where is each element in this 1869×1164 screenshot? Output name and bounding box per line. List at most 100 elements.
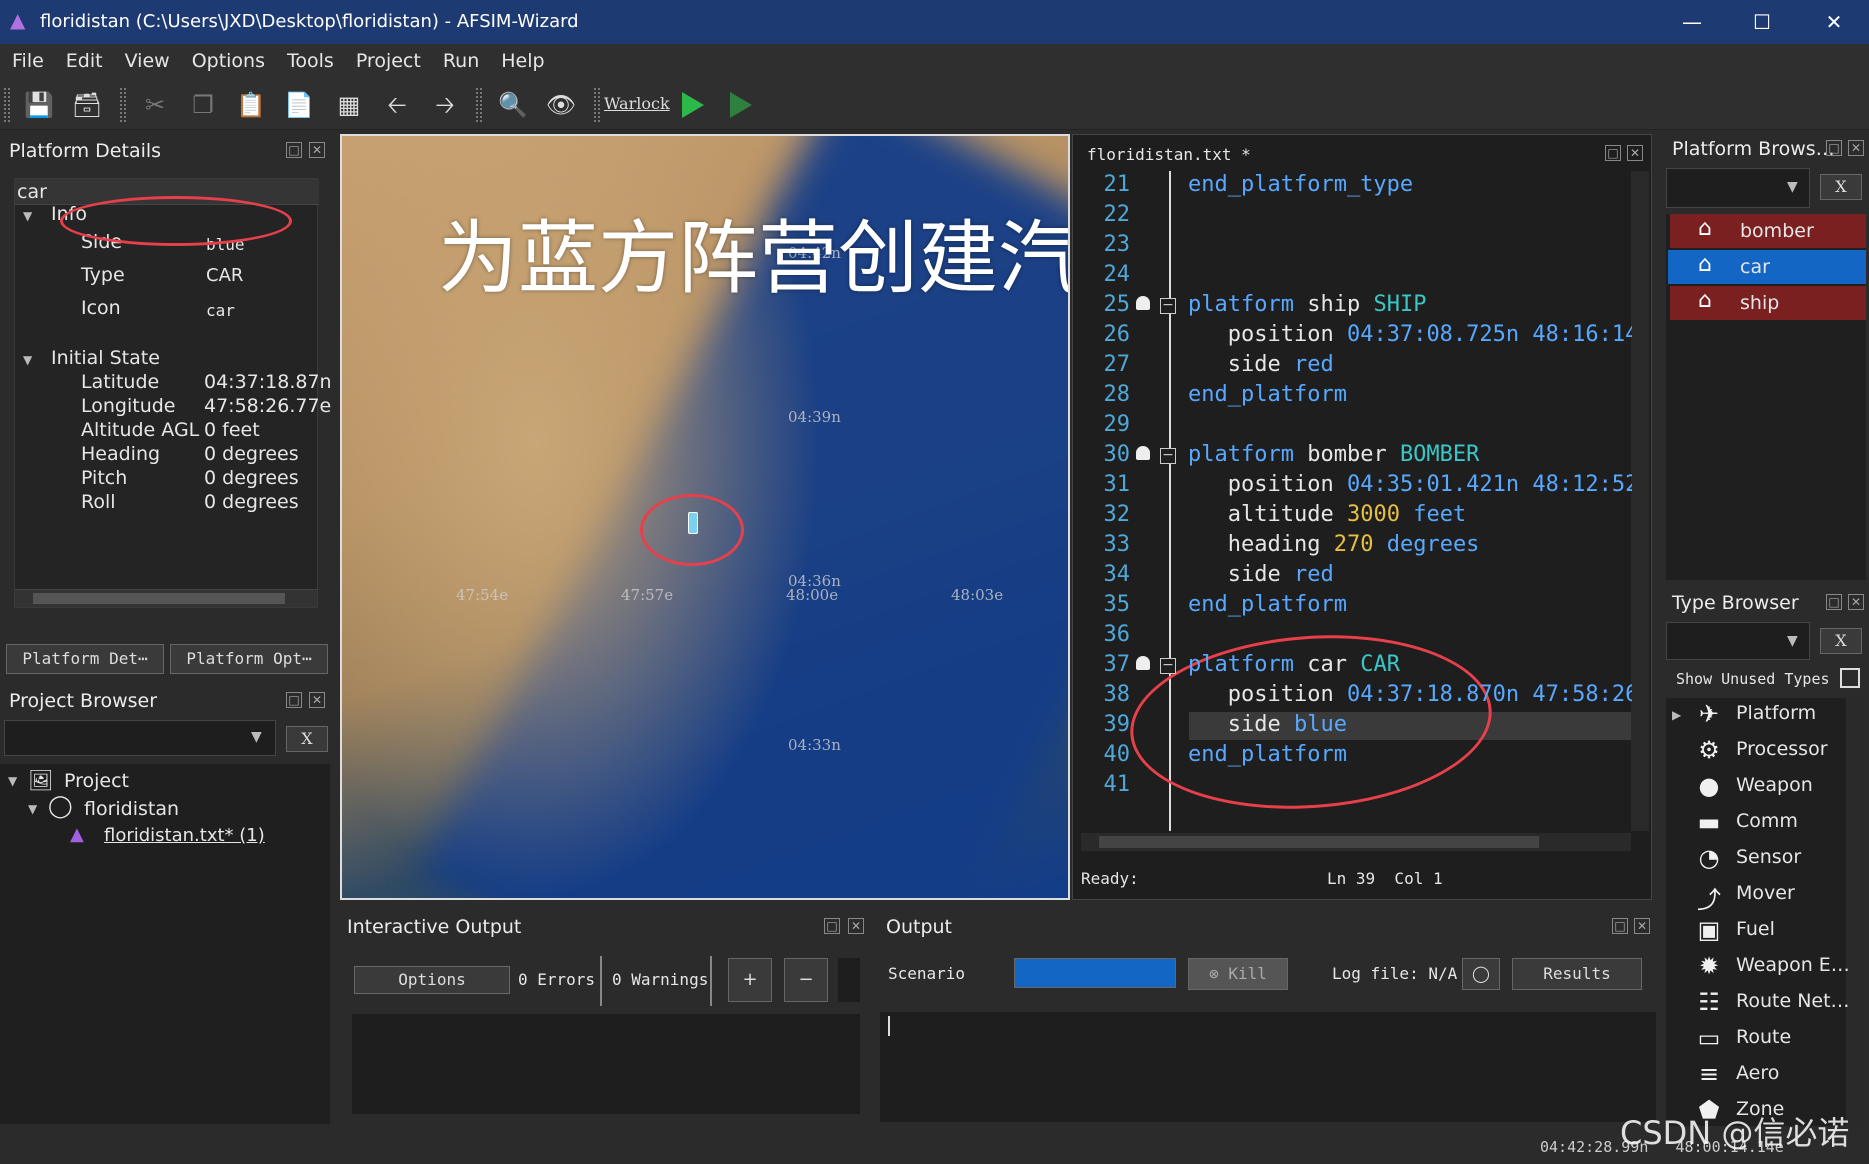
eye-icon[interactable]: 👁: [544, 88, 578, 122]
code-line[interactable]: end_platform: [1188, 382, 1347, 407]
menu-file[interactable]: File: [0, 44, 54, 72]
close-icon[interactable]: ✕: [1848, 140, 1864, 156]
scroll-thumb[interactable]: [33, 593, 285, 604]
float-icon[interactable]: □: [286, 692, 302, 708]
close-button[interactable]: ✕: [1806, 6, 1862, 38]
menu-run[interactable]: Run: [431, 44, 489, 72]
code-line[interactable]: position 04:37:18.870n 47:58:26: [1188, 682, 1632, 707]
code-line[interactable]: position 04:35:01.421n 48:12:52: [1188, 472, 1632, 497]
filter-combo[interactable]: ▼: [1666, 622, 1810, 660]
code-line[interactable]: platform bomber BOMBER: [1188, 442, 1479, 467]
type-item-label[interactable]: Route Net…: [1736, 990, 1850, 1012]
expand-icon[interactable]: ▼: [28, 802, 37, 816]
run-play-icon[interactable]: [682, 92, 704, 118]
open-log-button[interactable]: ◯: [1462, 958, 1500, 990]
clear-filter-button[interactable]: X: [1820, 174, 1862, 200]
vertical-scrollbar[interactable]: [1846, 698, 1864, 1126]
menu-tools[interactable]: Tools: [275, 44, 344, 72]
type-item-label[interactable]: Processor: [1736, 738, 1828, 760]
warlock-link[interactable]: Warlock: [604, 94, 670, 113]
editor-tab[interactable]: floridistan.txt *: [1087, 145, 1251, 164]
type-item-label[interactable]: Sensor: [1736, 846, 1801, 868]
toolbar-grip[interactable]: [120, 88, 126, 122]
expand-icon[interactable]: ▼: [23, 209, 32, 223]
float-icon[interactable]: □: [1826, 140, 1842, 156]
float-icon[interactable]: □: [1612, 918, 1628, 934]
icon-value[interactable]: car: [206, 301, 235, 320]
extra-control[interactable]: [838, 958, 860, 1002]
bookmark-icon[interactable]: [1136, 296, 1150, 310]
horizontal-scrollbar[interactable]: [15, 589, 317, 607]
code-line[interactable]: altitude 3000 feet: [1188, 502, 1466, 527]
vertical-scrollbar[interactable]: [1631, 171, 1649, 831]
float-icon[interactable]: □: [1826, 594, 1842, 610]
menu-help[interactable]: Help: [489, 44, 554, 72]
type-item-label[interactable]: Fuel: [1736, 918, 1775, 940]
float-icon[interactable]: □: [824, 918, 840, 934]
filter-combo[interactable]: ▼: [4, 720, 276, 756]
minimize-button[interactable]: —: [1664, 6, 1720, 38]
filter-combo[interactable]: ▼: [1666, 168, 1810, 208]
float-icon[interactable]: □: [1605, 145, 1621, 161]
fold-toggle-icon[interactable]: −: [1160, 448, 1176, 464]
code-line[interactable]: platform car CAR: [1188, 652, 1400, 677]
horizontal-scrollbar[interactable]: [1081, 833, 1631, 851]
fold-toggle-icon[interactable]: −: [1160, 298, 1176, 314]
type-item-label[interactable]: Route: [1736, 1026, 1791, 1048]
type-item-label[interactable]: Zone: [1736, 1098, 1784, 1120]
cut-icon[interactable]: ✂: [138, 88, 172, 122]
menu-edit[interactable]: Edit: [54, 44, 113, 72]
forward-arrow-icon[interactable]: 🡢: [428, 88, 462, 122]
fold-toggle-icon[interactable]: −: [1160, 658, 1176, 674]
map-view[interactable]: 04:42n 04:39n 04:36n 04:33n 47:54e 47:57…: [340, 134, 1070, 900]
collapse-all-button[interactable]: −: [784, 958, 828, 1002]
code-line[interactable]: position 04:37:08.725n 48:16:14: [1188, 322, 1632, 347]
scroll-thumb[interactable]: [1099, 836, 1539, 848]
expand-icon[interactable]: ▶: [1672, 708, 1681, 722]
close-icon[interactable]: ✕: [309, 692, 325, 708]
code-line[interactable]: side red: [1188, 352, 1334, 377]
expand-icon[interactable]: ▼: [8, 774, 17, 788]
tab-platform-options[interactable]: Platform Opt⋯: [170, 644, 328, 674]
toolbar-grip[interactable]: [476, 88, 482, 122]
tree-item-file[interactable]: floridistan.txt* (1): [104, 825, 265, 846]
type-item-label[interactable]: Mover: [1736, 882, 1795, 904]
copy-icon[interactable]: ❐: [186, 88, 220, 122]
chevron-down-icon[interactable]: ▼: [251, 729, 262, 745]
maximize-button[interactable]: ☐: [1734, 6, 1790, 38]
output-text-area[interactable]: [880, 1012, 1656, 1122]
toolbar-grip[interactable]: [594, 88, 600, 122]
toolbar-grip[interactable]: [4, 88, 10, 122]
code-line[interactable]: end_platform: [1188, 742, 1347, 767]
close-icon[interactable]: ✕: [848, 918, 864, 934]
menu-view[interactable]: View: [113, 44, 180, 72]
kill-button[interactable]: ⊗ Kill: [1188, 958, 1288, 990]
expand-icon[interactable]: ▼: [23, 353, 32, 367]
interactive-output-area[interactable]: [352, 1014, 860, 1114]
document-icon[interactable]: 📄: [282, 88, 316, 122]
type-item-label[interactable]: Aero: [1736, 1062, 1779, 1084]
tab-platform-details[interactable]: Platform Det⋯: [6, 644, 164, 674]
clear-filter-button[interactable]: X: [1820, 628, 1862, 654]
type-item-label[interactable]: Weapon: [1736, 774, 1813, 796]
results-button[interactable]: Results: [1512, 958, 1642, 990]
back-arrow-icon[interactable]: 🡠: [380, 88, 414, 122]
chevron-down-icon[interactable]: ▼: [1787, 179, 1798, 195]
chevron-down-icon[interactable]: ▼: [1787, 633, 1798, 649]
options-button[interactable]: Options: [354, 966, 510, 994]
code-line[interactable]: platform ship SHIP: [1188, 292, 1426, 317]
close-icon[interactable]: ✕: [309, 142, 325, 158]
type-item-label[interactable]: Comm: [1736, 810, 1798, 832]
save-all-icon[interactable]: 🗃: [70, 88, 104, 122]
run-outline-play-icon[interactable]: [730, 92, 752, 118]
close-icon[interactable]: ✕: [1848, 594, 1864, 610]
grid-icon[interactable]: ▦: [332, 88, 366, 122]
tree-item-project[interactable]: Project: [64, 770, 129, 792]
tree-item-folder[interactable]: floridistan: [84, 798, 179, 820]
save-icon[interactable]: 💾: [22, 88, 56, 122]
bookmark-icon[interactable]: [1136, 656, 1150, 670]
close-icon[interactable]: ✕: [1627, 145, 1643, 161]
menu-options[interactable]: Options: [180, 44, 275, 72]
clear-filter-button[interactable]: X: [286, 726, 328, 752]
paste-icon[interactable]: 📋: [234, 88, 268, 122]
